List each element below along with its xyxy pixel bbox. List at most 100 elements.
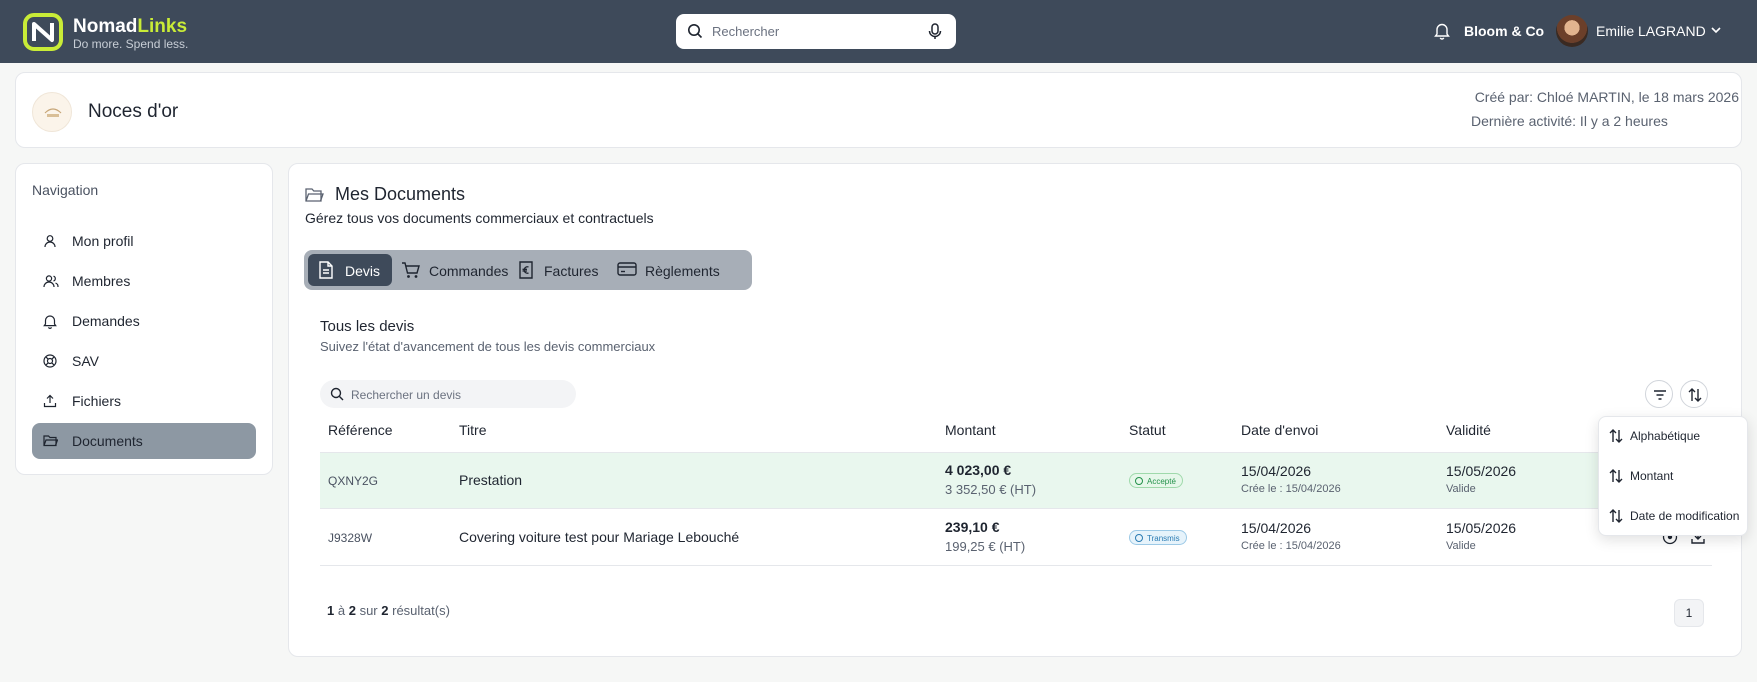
sort-option-date-modification[interactable]: Date de modification — [1599, 497, 1749, 533]
section-subtitle: Suivez l'état d'avancement de tous les d… — [320, 339, 656, 354]
status-badge: Transmis — [1129, 530, 1187, 545]
nomadlinks-logo-icon[interactable] — [23, 13, 63, 51]
search-placeholder: Rechercher — [712, 24, 780, 39]
filter-icon — [1654, 390, 1666, 400]
row-amount-ht: 199,25 € (HT) — [945, 539, 1026, 554]
project-last-activity: Dernière activité: Il y a 2 heures — [1471, 113, 1668, 129]
column-header-reference[interactable]: Référence — [328, 422, 393, 438]
documents-title: Mes Documents — [335, 184, 466, 204]
sidebar-item-label: Membres — [72, 273, 131, 289]
row-validity-date: 15/05/2026 — [1446, 520, 1517, 536]
sidebar-item-label: Documents — [72, 433, 143, 449]
user-name[interactable]: Emilie LAGRAND — [1596, 23, 1706, 39]
project-created-by: Créé par: Chloé MARTIN, le 18 mars 2026 — [1474, 89, 1739, 105]
sort-option-label: Montant — [1630, 469, 1674, 483]
folder-open-icon — [305, 188, 324, 202]
sidebar-title: Navigation — [32, 182, 99, 198]
sort-option-montant[interactable]: Montant — [1599, 457, 1749, 493]
row-created-date: Crée le : 15/04/2026 — [1241, 540, 1341, 552]
top-bar: NomadLinks Do more. Spend less. Recherch… — [0, 0, 1757, 63]
euro-invoice-icon — [519, 261, 533, 279]
documents-subtitle: Gérez tous vos documents commerciaux et … — [305, 210, 654, 226]
sort-option-label: Date de modification — [1630, 509, 1740, 523]
search-icon — [688, 24, 703, 39]
brand-name: NomadLinks — [73, 16, 188, 37]
row-reference: J9328W — [328, 531, 373, 545]
status-badge: Accepté — [1129, 473, 1183, 488]
documents-panel: Mes Documents Gérez tous vos documents c… — [288, 163, 1742, 657]
users-icon — [43, 275, 59, 288]
row-title: Covering voiture test pour Mariage Lebou… — [459, 529, 740, 545]
section-title: Tous les devis — [320, 318, 415, 335]
document-icon — [319, 261, 333, 279]
sort-arrows-icon — [1688, 388, 1702, 402]
document-tabs: Devis Commandes Factures Règlements — [304, 250, 752, 290]
project-title: Noces d'or — [88, 101, 179, 122]
filter-button[interactable] — [1645, 380, 1673, 408]
brand-tagline: Do more. Spend less. — [73, 37, 189, 51]
sort-arrows-icon — [1609, 429, 1623, 443]
sidebar-item-fichiers[interactable]: Fichiers — [32, 383, 256, 419]
devis-search-input[interactable]: Rechercher un devis — [320, 380, 576, 408]
tab-reglements[interactable]: Règlements — [611, 254, 731, 286]
sort-arrows-icon — [1609, 509, 1623, 523]
sidebar-item-label: Fichiers — [72, 393, 122, 409]
tab-label: Factures — [544, 263, 599, 279]
results-count: 1 à 2 sur 2 résultat(s) — [327, 603, 450, 618]
row-amount-ttc: 4 023,00 € — [945, 462, 1012, 478]
column-header-statut[interactable]: Statut — [1129, 422, 1166, 438]
sidebar-item-membres[interactable]: Membres — [32, 263, 256, 299]
sidebar-item-documents[interactable]: Documents — [32, 423, 256, 459]
sidebar-item-label: SAV — [72, 353, 99, 369]
sort-button[interactable] — [1680, 380, 1708, 408]
row-validity-label: Valide — [1446, 483, 1476, 495]
sidebar-item-label: Demandes — [72, 313, 140, 329]
bell-icon — [43, 315, 57, 329]
project-logo — [32, 92, 72, 132]
column-header-validite[interactable]: Validité — [1446, 422, 1491, 438]
user-icon — [44, 235, 56, 248]
sidebar-navigation: Navigation Mon profil Membres Demandes S… — [15, 163, 273, 475]
lifebuoy-icon — [43, 354, 57, 368]
row-sent-date: 15/04/2026 — [1241, 463, 1312, 479]
sidebar-item-label: Mon profil — [72, 233, 134, 249]
table-row[interactable]: QXNY2G Prestation 4 023,00 € 3 352,50 € … — [320, 453, 1712, 509]
row-validity-label: Valide — [1446, 540, 1476, 552]
search-icon — [330, 387, 344, 401]
row-amount-ht: 3 352,50 € (HT) — [945, 482, 1037, 497]
column-header-date-envoi[interactable]: Date d'envoi — [1241, 422, 1318, 438]
notifications-bell-icon[interactable] — [1434, 22, 1450, 40]
cart-icon — [402, 262, 420, 278]
sidebar-item-sav[interactable]: SAV — [32, 343, 256, 379]
search-placeholder: Rechercher un devis — [351, 388, 462, 402]
row-created-date: Crée le : 15/04/2026 — [1241, 483, 1341, 495]
microphone-icon[interactable] — [928, 23, 942, 40]
tab-devis[interactable]: Devis — [308, 254, 392, 286]
tab-label: Devis — [345, 263, 381, 279]
tab-label: Commandes — [429, 263, 509, 279]
credit-card-icon — [617, 262, 637, 276]
row-sent-date: 15/04/2026 — [1241, 520, 1312, 536]
sidebar-item-mon-profil[interactable]: Mon profil — [32, 223, 256, 259]
sort-dropdown-menu: Alphabétique Montant Date de modificatio… — [1598, 416, 1748, 536]
sidebar-item-demandes[interactable]: Demandes — [32, 303, 256, 339]
row-reference: QXNY2G — [328, 474, 379, 488]
row-amount-ttc: 239,10 € — [945, 519, 1000, 535]
global-search-input[interactable]: Rechercher — [676, 14, 956, 49]
project-logo-icon — [44, 108, 62, 117]
user-avatar[interactable] — [1556, 15, 1588, 47]
sort-option-alphabetique[interactable]: Alphabétique — [1599, 417, 1749, 453]
column-header-montant[interactable]: Montant — [945, 422, 996, 438]
column-header-titre[interactable]: Titre — [459, 422, 486, 438]
chevron-down-icon[interactable] — [1710, 25, 1722, 35]
tab-label: Règlements — [645, 263, 720, 279]
row-validity-date: 15/05/2026 — [1446, 463, 1517, 479]
tab-factures[interactable]: Factures — [512, 254, 608, 286]
pagination-page-button[interactable]: 1 — [1674, 599, 1704, 627]
tab-commandes[interactable]: Commandes — [395, 254, 509, 286]
company-name[interactable]: Bloom & Co — [1464, 23, 1544, 39]
sort-arrows-icon — [1609, 469, 1623, 483]
upload-icon — [43, 394, 57, 408]
row-title: Prestation — [459, 472, 523, 488]
table-row[interactable]: J9328W Covering voiture test pour Mariag… — [320, 510, 1712, 566]
